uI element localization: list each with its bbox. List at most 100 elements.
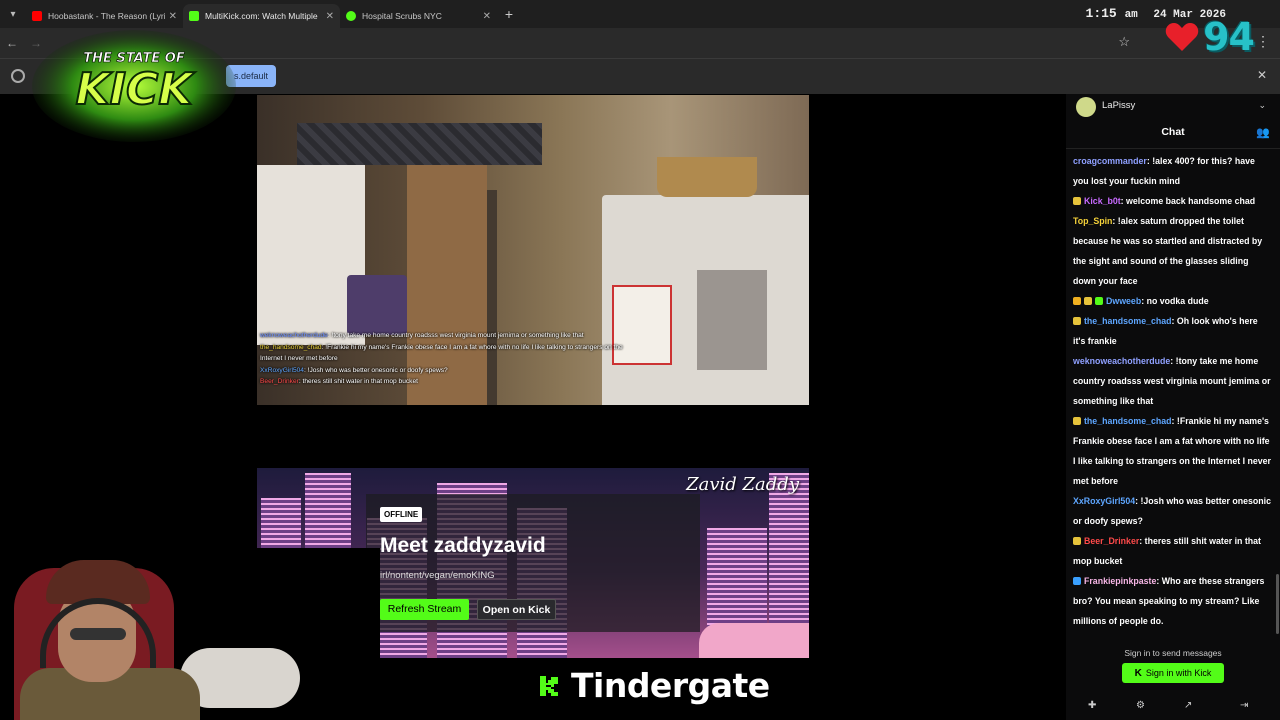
open-on-kick-button[interactable]: Open on Kick: [477, 599, 556, 620]
offline-title: Meet zaddyzavid: [380, 534, 546, 557]
ticker-banner: Tindergate: [538, 666, 770, 705]
overlay-message: weknoweachotherdude: !tony take me home …: [260, 332, 584, 339]
badge-icon: [1084, 297, 1092, 305]
avatar: [1076, 97, 1096, 117]
chat-message-text: welcome back handsome chad: [1126, 196, 1256, 206]
popout-icon[interactable]: ↗: [1184, 700, 1192, 711]
chat-message-user[interactable]: Top_Spin: [1073, 216, 1112, 226]
tab-title: Hospital Scrubs NYC: [362, 11, 442, 21]
divider: [1066, 148, 1280, 149]
kick-logo-icon: [538, 674, 560, 697]
tab-search-icon[interactable]: ▾: [0, 0, 26, 28]
chat-message-user[interactable]: Beer_Drinker: [1084, 536, 1139, 546]
chat-message: the_handsome_chad: Oh look who's here it…: [1073, 311, 1271, 351]
chat-message: Frankiepinkpaste: Who are these stranger…: [1073, 571, 1271, 631]
gear-icon[interactable]: ⚙: [1136, 700, 1145, 711]
ticker-text: Tindergate: [571, 666, 770, 705]
signin-prompt: Sign in to send messages: [1124, 648, 1222, 658]
logout-icon[interactable]: ⇥: [1240, 700, 1248, 711]
tab-hospital-scrubs[interactable]: Hospital Scrubs NYC ✕: [340, 4, 497, 28]
browser-menu-icon[interactable]: ⋮: [1256, 33, 1270, 50]
overlay-text: !Josh who was better onesonic or doofy s…: [307, 366, 448, 374]
heart-count: 94: [1203, 15, 1255, 59]
clock-time: 1:15: [1085, 6, 1117, 21]
overlay-message: the_handsome_chad: !Frankie hi my name's…: [260, 343, 623, 363]
infobar-close-icon[interactable]: ✕: [1257, 68, 1267, 82]
logo-line2: KICK: [76, 64, 196, 115]
badge-icon: [1073, 417, 1081, 425]
users-icon[interactable]: 👥: [1256, 126, 1270, 139]
sign-in-with-kick-button[interactable]: K Sign in with Kick: [1122, 663, 1224, 683]
chat-message: croagcommander: !alex 400? for this? hav…: [1073, 151, 1271, 191]
towel: [697, 270, 767, 370]
basket: [657, 157, 757, 197]
chat-message-user[interactable]: XxRoxyGirl504: [1073, 496, 1135, 506]
overlay-message: XxRoxyGirl504: !Josh who was better ones…: [260, 366, 448, 374]
stream-chat-overlay: weknoweachotherdude: !tony take me home …: [260, 330, 640, 388]
badge-icon: [1073, 297, 1081, 305]
tab-title: MultiKick.com: Watch Multiple: [205, 11, 318, 21]
chat-messages: croagcommander: !alex 400? for this? hav…: [1073, 151, 1271, 631]
badge-icon: [1073, 577, 1081, 585]
chat-message: Beer_Drinker: theres still shit water in…: [1073, 531, 1271, 571]
tab-title: Hoobastank - The Reason (Lyric: [48, 11, 165, 21]
state-of-kick-logo: THE STATE OF KICK: [32, 30, 236, 142]
overlay-message: Beer_Drinker: theres still shit water in…: [260, 378, 418, 385]
chat-username: LaPissy: [1102, 100, 1136, 111]
channel-name: Zavid Zaddy: [686, 474, 799, 495]
chat-message-user[interactable]: Dwweeb: [1106, 296, 1141, 306]
kick-favicon-icon: [346, 11, 356, 21]
chat-message-user[interactable]: croagcommander: [1073, 156, 1147, 166]
chat-message-user[interactable]: Frankiepinkpaste: [1084, 576, 1156, 586]
badge-icon: [1073, 317, 1081, 325]
new-tab-button[interactable]: +: [497, 6, 521, 22]
chat-message-user[interactable]: the_handsome_chad: [1084, 416, 1172, 426]
chat-panel: LaPissy ⌄ Chat 👥 croagcommander: !alex 4…: [1066, 94, 1280, 720]
sign-in-label: Sign in with Kick: [1145, 668, 1212, 678]
chat-message: weknoweachotherdude: !tony take me home …: [1073, 351, 1271, 411]
chevron-down-icon[interactable]: ⌄: [1258, 100, 1266, 111]
back-icon[interactable]: ←: [0, 36, 24, 50]
chat-message-text: !alex saturn dropped the toilet because …: [1073, 216, 1263, 286]
chat-message-text: !Frankie hi my name's Frankie obese face…: [1073, 416, 1271, 486]
stream-player-1[interactable]: weknoweachotherdude: !tony take me home …: [257, 95, 809, 405]
multikick-favicon-icon: [189, 11, 199, 21]
chat-message-text: no vodka dude: [1146, 296, 1209, 306]
webcam-overlay: [0, 548, 380, 720]
add-user-icon[interactable]: ✚: [1088, 700, 1096, 711]
chat-message: XxRoxyGirl504: !Josh who was better ones…: [1073, 491, 1271, 531]
chat-scrollbar[interactable]: [1276, 574, 1279, 634]
chat-message-user[interactable]: weknoweachotherdude: [1073, 356, 1170, 366]
close-tab-icon[interactable]: ✕: [326, 11, 334, 22]
badge-icon: [1073, 197, 1081, 205]
chrome-icon: [11, 69, 25, 83]
heart-counter: 94: [1165, 15, 1255, 59]
overlay-user: the_handsome_chad: [260, 343, 322, 351]
chat-footer: ✚ ⚙ ↗ ⇥: [1066, 700, 1280, 716]
chat-message: Dwweeb: no vodka dude: [1073, 291, 1271, 311]
overlay-text: theres still shit water in that mop buck…: [302, 378, 418, 385]
chat-message-user[interactable]: the_handsome_chad: [1084, 316, 1172, 326]
overlay-user: XxRoxyGirl504: [260, 366, 304, 374]
heart-icon: [1165, 23, 1199, 51]
close-tab-icon[interactable]: ✕: [169, 11, 177, 22]
overlay-user: Beer_Drinker: [260, 378, 299, 385]
close-tab-icon[interactable]: ✕: [483, 11, 491, 22]
badge-icon: [1095, 297, 1103, 305]
refresh-stream-button[interactable]: Refresh Stream: [380, 599, 469, 620]
chat-message: Kick_b0t: welcome back handsome chad: [1073, 191, 1271, 211]
toy-shelf: [347, 275, 407, 335]
chat-message: Top_Spin: !alex saturn dropped the toile…: [1073, 211, 1271, 291]
sunglasses: [70, 628, 126, 640]
overlay-text: !tony take me home country roadsss west …: [331, 332, 584, 339]
chat-message: the_handsome_chad: !Frankie hi my name's…: [1073, 411, 1271, 491]
chat-message-user[interactable]: Kick_b0t: [1084, 196, 1121, 206]
youtube-favicon-icon: [32, 11, 42, 21]
bookmark-star-icon[interactable]: ☆: [1118, 34, 1130, 50]
stream-description: irl/nontent/vegan/emoKING: [380, 570, 495, 581]
overlay-user: weknoweachotherdude: [260, 332, 328, 339]
chat-header[interactable]: LaPissy ⌄: [1066, 94, 1280, 118]
offline-badge: OFFLINE: [380, 507, 423, 522]
chat-title: Chat: [1161, 126, 1185, 138]
pink-car: [699, 623, 809, 658]
